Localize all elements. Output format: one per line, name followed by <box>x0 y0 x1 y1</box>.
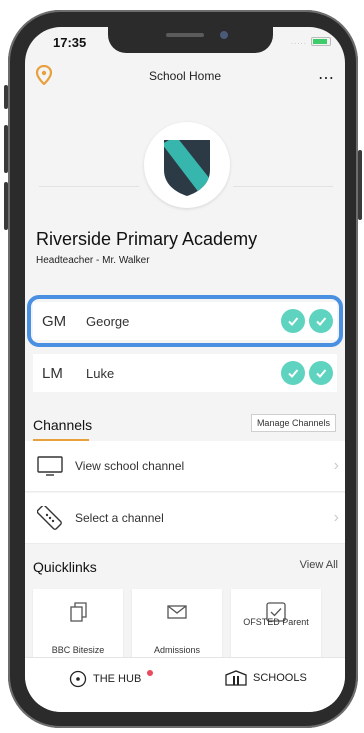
quicklinks-title: Quicklinks <box>33 559 97 575</box>
top-navbar: School Home ⋯ <box>25 63 345 91</box>
more-menu-icon[interactable]: ⋯ <box>318 68 335 88</box>
chevron-right-icon: › <box>333 457 339 474</box>
school-crest <box>144 122 230 208</box>
child-name: Luke <box>86 365 115 381</box>
divider <box>39 186 139 187</box>
shield-icon <box>164 140 210 196</box>
remote-icon <box>35 506 65 530</box>
status-time: 17:35 <box>53 35 87 50</box>
phone-screen: 17:35 ..... School Home ⋯ Riverside Prim… <box>25 27 345 712</box>
speaker <box>166 33 204 37</box>
child-initials: LM <box>42 364 63 382</box>
page-title: School Home <box>148 69 222 83</box>
child-row[interactable]: LM Luke <box>33 354 337 392</box>
channel-item[interactable]: Select a channel › <box>25 493 345 544</box>
camera <box>220 31 228 39</box>
chevron-right-icon: › <box>333 509 339 526</box>
school-profile: Riverside Primary Academy Headteacher - … <box>25 91 345 287</box>
divider <box>233 186 333 187</box>
power-button <box>358 150 362 220</box>
quicklink-card[interactable]: BBC Bitesize <box>33 589 123 663</box>
selection-highlight <box>27 295 343 347</box>
school-name: Riverside Primary Academy <box>36 229 258 249</box>
channel-label: View school channel <box>75 459 185 473</box>
quicklink-card[interactable]: Admissions <box>132 589 222 663</box>
envelope-icon <box>167 605 187 619</box>
school-subtitle: Headteacher - Mr. Walker <box>36 255 150 266</box>
hub-icon <box>69 670 87 688</box>
view-all-link[interactable]: View All <box>300 559 338 571</box>
check-icon <box>281 361 305 385</box>
quicklink-label: Admissions <box>153 645 200 655</box>
tab-label: THE HUB <box>93 673 142 685</box>
volume-down-button <box>4 182 8 230</box>
notch <box>108 27 273 53</box>
bottom-tab-bar: THE HUB SCHOOLS <box>25 657 345 712</box>
channel-item[interactable]: View school channel › <box>25 441 345 492</box>
tab-the-hub[interactable]: THE HUB <box>69 670 141 688</box>
notification-badge <box>147 670 153 676</box>
tab-schools[interactable]: SCHOOLS <box>225 670 307 686</box>
quicklink-label: BBC Bitesize <box>51 645 105 655</box>
quicklink-label: OFSTED Parent <box>243 617 309 627</box>
signal-icon: ..... <box>290 37 307 46</box>
battery-icon <box>311 37 331 46</box>
check-icon <box>309 361 333 385</box>
quicklink-card[interactable]: OFSTED Parent <box>231 589 321 663</box>
manage-channels-button[interactable]: Manage Channels <box>250 414 336 432</box>
status-indicators: ..... <box>291 37 331 46</box>
channels-title: Channels <box>33 417 93 433</box>
tv-icon <box>35 456 65 476</box>
volume-up-button <box>4 125 8 173</box>
tab-label: SCHOOLS <box>253 672 307 684</box>
document-stack-icon <box>70 602 87 622</box>
school-building-icon <box>225 670 247 686</box>
mute-switch <box>4 85 8 109</box>
channel-label: Select a channel <box>75 511 164 525</box>
